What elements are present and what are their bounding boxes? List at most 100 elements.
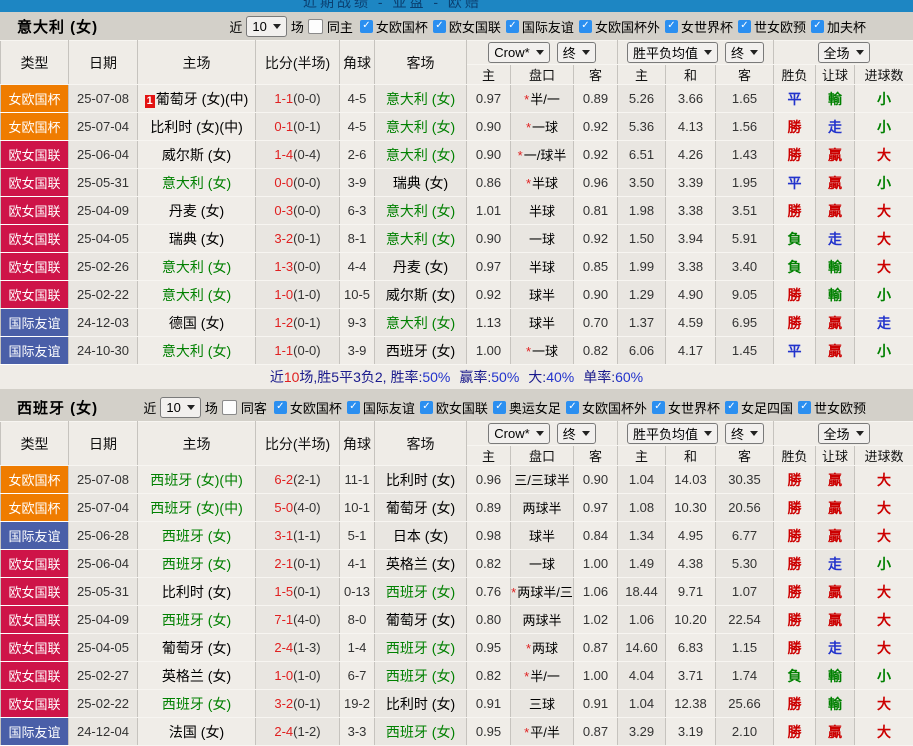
odds-state-select[interactable]: 终 <box>557 42 596 63</box>
checkbox-checked-icon[interactable]: ✓ <box>811 20 824 33</box>
avg-lose-odds: 3.40 <box>716 253 774 281</box>
checkbox-checked-icon[interactable]: ✓ <box>360 20 373 33</box>
league-filter-item[interactable]: ✓女世界杯 <box>665 17 734 36</box>
corners-cell: 4-1 <box>340 550 375 578</box>
col-result-wdl: 胜负 <box>774 65 816 85</box>
avg-state-select[interactable]: 终 <box>725 423 764 444</box>
avg-win-odds: 4.04 <box>618 662 666 690</box>
handicap-line: 球半 <box>529 316 555 331</box>
result-handicap: 走 <box>816 634 855 662</box>
home-team-cell: 德国 (女) <box>138 309 256 337</box>
score-cell: 7-1(4-0) <box>256 606 340 634</box>
checkbox-checked-icon[interactable]: ✓ <box>274 401 287 414</box>
away-team-cell: 比利时 (女) <box>375 690 467 718</box>
checkbox-checked-icon[interactable]: ✓ <box>665 20 678 33</box>
match-row: 女欧国杯 25-07-04 西班牙 (女)(中) 5-0(4-0) 10-1 葡… <box>1 494 913 522</box>
checkbox-checked-icon[interactable]: ✓ <box>652 401 665 414</box>
checkbox-checked-icon[interactable]: ✓ <box>433 20 446 33</box>
home-team-name: 威尔斯 (女) <box>162 147 231 163</box>
recent-count-select[interactable]: 10 <box>246 16 286 37</box>
league-type-badge: 欧女国联 <box>1 141 69 169</box>
handicap-star: * <box>511 585 516 600</box>
recent-count-select[interactable]: 10 <box>160 397 200 418</box>
league-filter-item[interactable]: ✓国际友谊 <box>506 17 575 36</box>
league-filter-item[interactable]: ✓欧女国联 <box>433 17 502 36</box>
chevron-down-icon <box>582 431 590 436</box>
avg-lose-odds: 5.30 <box>716 550 774 578</box>
near-label: 近 <box>228 17 243 36</box>
check-icon: ✓ <box>581 21 589 31</box>
odds-state-select[interactable]: 终 <box>557 423 596 444</box>
result-wdl: 平 <box>774 337 816 365</box>
away-team-cell: 葡萄牙 (女) <box>375 606 467 634</box>
chevron-down-icon <box>750 431 758 436</box>
avg-draw-odds: 4.38 <box>666 550 716 578</box>
league-filter-item[interactable]: ✓奥运女足 <box>493 398 562 417</box>
league-filter-item[interactable]: ✓欧女国联 <box>420 398 489 417</box>
avg-win-odds: 5.26 <box>618 85 666 113</box>
check-icon: ✓ <box>813 21 821 31</box>
league-filter-item[interactable]: ✓女欧国杯 <box>274 398 343 417</box>
checkbox-checked-icon[interactable]: ✓ <box>579 20 592 33</box>
checkbox-checked-icon[interactable]: ✓ <box>725 401 738 414</box>
checkbox-checked-icon[interactable]: ✓ <box>566 401 579 414</box>
home-team-name: 法国 (女) <box>169 724 224 740</box>
checkbox-checked-icon[interactable]: ✓ <box>738 20 751 33</box>
league-filter-item[interactable]: ✓女欧国杯 <box>360 17 429 36</box>
league-filter-item[interactable]: ✓女欧国杯外 <box>566 398 648 417</box>
handicap-cell: 两球半 <box>511 494 574 522</box>
avg-odds-select[interactable]: 胜平负均值 <box>627 423 718 444</box>
matches-label: 场 <box>290 17 305 36</box>
avg-odds-select[interactable]: 胜平负均值 <box>627 42 718 63</box>
league-filter-item[interactable]: ✓女足四国 <box>725 398 794 417</box>
home-team-cell: 法国 (女) <box>138 718 256 746</box>
col-avg-draw: 和 <box>666 65 716 85</box>
chevron-down-icon <box>856 50 864 55</box>
same-home-checkbox[interactable] <box>308 19 323 34</box>
corners-cell: 10-5 <box>340 281 375 309</box>
checkbox-checked-icon[interactable]: ✓ <box>506 20 519 33</box>
league-filter-label: 国际友谊 <box>362 398 416 417</box>
score-cell: 6-2(2-1) <box>256 466 340 494</box>
avg-lose-odds: 1.95 <box>716 169 774 197</box>
home-team-cell: 西班牙 (女) <box>138 690 256 718</box>
result-handicap: 贏 <box>816 718 855 746</box>
away-team-name: 意大利 (女) <box>386 91 455 107</box>
col-away: 客场 <box>375 41 467 85</box>
checkbox-checked-icon[interactable]: ✓ <box>493 401 506 414</box>
same-away-checkbox[interactable] <box>222 400 237 415</box>
home-team-name: 意大利 (女) <box>162 175 231 191</box>
avg-win-odds: 14.60 <box>618 634 666 662</box>
league-filter-item[interactable]: ✓女世界杯 <box>652 398 721 417</box>
odds-source-select[interactable]: Crow* <box>488 423 549 444</box>
matches-label: 场 <box>204 398 219 417</box>
league-filter-item[interactable]: ✓加夫杯 <box>811 17 867 36</box>
score-cell: 1-4(0-4) <box>256 141 340 169</box>
avg-state-select[interactable]: 终 <box>725 42 764 63</box>
away-team-name: 丹麦 (女) <box>393 259 448 275</box>
handicap-cell: *两球半/三 <box>511 578 574 606</box>
checkbox-checked-icon[interactable]: ✓ <box>347 401 360 414</box>
scope-select[interactable]: 全场 <box>818 423 870 444</box>
league-filter-item[interactable]: ✓世女欧预 <box>738 17 807 36</box>
checkbox-checked-icon[interactable]: ✓ <box>798 401 811 414</box>
league-type-badge: 国际友谊 <box>1 337 69 365</box>
handicap-star: * <box>524 725 529 740</box>
result-goals: 小 <box>855 550 913 578</box>
odds-source-select[interactable]: Crow* <box>488 42 549 63</box>
league-filter-item[interactable]: ✓世女欧预 <box>798 398 867 417</box>
league-filter-item[interactable]: ✓国际友谊 <box>347 398 416 417</box>
checkbox-checked-icon[interactable]: ✓ <box>420 401 433 414</box>
league-type-badge: 欧女国联 <box>1 253 69 281</box>
scope-select[interactable]: 全场 <box>818 42 870 63</box>
odds-select-group: Crow* 终 <box>467 41 618 65</box>
league-filter-item[interactable]: ✓女欧国杯外 <box>579 17 661 36</box>
fulltime-score: 1-1 <box>274 91 293 106</box>
match-date: 24-12-04 <box>69 718 138 746</box>
avg-lose-odds: 1.45 <box>716 337 774 365</box>
home-team-cell: 西班牙 (女) <box>138 550 256 578</box>
chevron-down-icon <box>704 431 712 436</box>
avg-win-odds: 3.50 <box>618 169 666 197</box>
result-goals: 小 <box>855 337 913 365</box>
avg-lose-odds: 5.91 <box>716 225 774 253</box>
